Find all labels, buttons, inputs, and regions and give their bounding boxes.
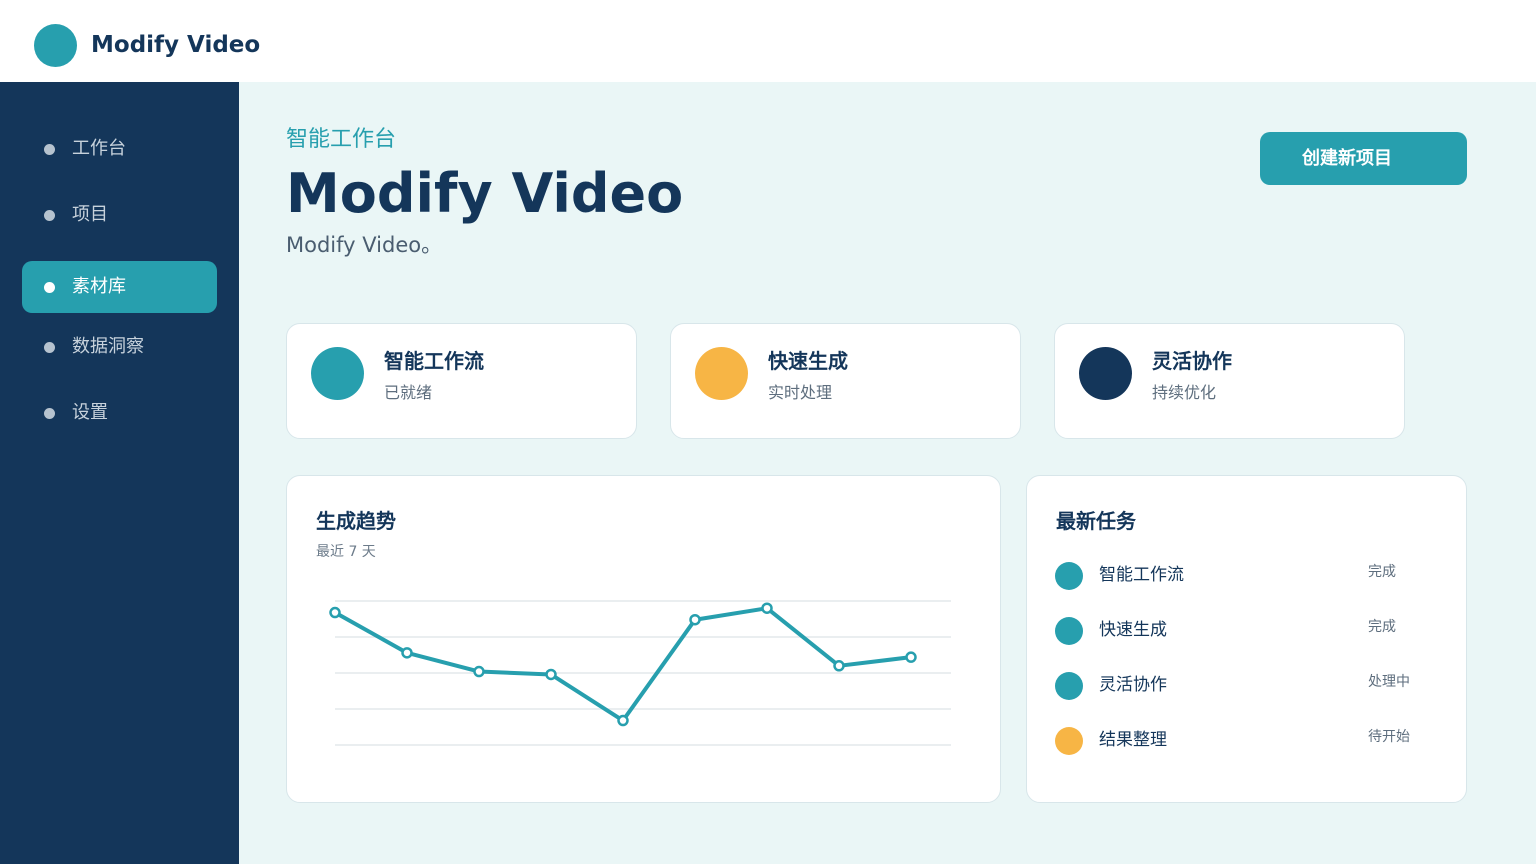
logo-icon [34, 24, 77, 67]
chart-series-line [334, 606, 912, 723]
task-row[interactable]: 快速生成 完成 [1055, 615, 1435, 647]
trend-panel-subtitle: 最近 7 天 [316, 544, 376, 560]
bullet-icon [44, 210, 55, 221]
bullet-icon [44, 408, 55, 419]
task-status: 处理中 [1368, 674, 1410, 690]
tasks-panel-title: 最新任务 [1056, 509, 1136, 533]
bullet-icon [44, 144, 55, 155]
task-status: 完成 [1368, 564, 1396, 580]
sidebar-item-projects[interactable]: 项目 [22, 189, 217, 241]
feature-title: 快速生成 [768, 349, 848, 373]
trend-panel-title: 生成趋势 [316, 509, 396, 533]
task-status-icon [1055, 727, 1083, 755]
chart-point [473, 665, 485, 678]
sidebar-item-label: 项目 [72, 204, 108, 225]
sidebar-item-label: 设置 [72, 402, 108, 423]
page-eyebrow: 智能工作台 [286, 127, 397, 152]
feature-card: 智能工作流 已就绪 [286, 323, 637, 439]
sidebar-item-label: 数据洞察 [72, 336, 144, 357]
chart-point [761, 602, 773, 614]
feature-circle-icon [311, 347, 364, 400]
task-status-icon [1055, 672, 1083, 700]
task-row[interactable]: 结果整理 待开始 [1055, 725, 1435, 757]
feature-subtitle: 持续优化 [1152, 383, 1217, 402]
task-status: 完成 [1368, 619, 1396, 635]
top-bar: Modify Video [0, 0, 1536, 82]
chart-point [617, 714, 629, 727]
bullet-icon [44, 342, 55, 353]
feature-subtitle: 已就绪 [384, 383, 433, 402]
trend-panel: 生成趋势 最近 7 天 [286, 475, 1001, 803]
task-row[interactable]: 灵活协作 处理中 [1055, 670, 1435, 702]
task-name: 结果整理 [1099, 730, 1167, 750]
feature-title: 智能工作流 [384, 349, 484, 373]
sidebar-item-assets[interactable]: 素材库 [22, 261, 217, 313]
feature-circle-icon [1079, 347, 1132, 400]
sidebar-item-label: 素材库 [72, 276, 126, 297]
feature-card: 快速生成 实时处理 [670, 323, 1021, 439]
chart-point [401, 647, 413, 659]
sidebar-item-label: 工作台 [72, 138, 126, 159]
chart-point [833, 660, 845, 672]
bullet-icon [44, 282, 55, 293]
task-status-icon [1055, 617, 1083, 645]
task-row[interactable]: 智能工作流 完成 [1055, 560, 1435, 592]
create-project-button[interactable]: 创建新项目 [1260, 132, 1467, 185]
page-subtitle: Modify Video。 [286, 233, 443, 257]
sidebar-item-settings[interactable]: 设置 [22, 387, 217, 439]
task-status: 待开始 [1368, 729, 1410, 745]
chart-point [905, 651, 917, 663]
feature-circle-icon [695, 347, 748, 400]
app-title: Modify Video [91, 32, 261, 58]
chart-point [545, 668, 557, 681]
sidebar-item-insights[interactable]: 数据洞察 [22, 321, 217, 373]
chart-point [329, 606, 341, 619]
feature-card: 灵活协作 持续优化 [1054, 323, 1405, 439]
task-status-icon [1055, 562, 1083, 590]
task-name: 智能工作流 [1099, 565, 1184, 585]
task-name: 快速生成 [1099, 620, 1167, 640]
feature-title: 灵活协作 [1152, 349, 1232, 373]
sidebar-item-workbench[interactable]: 工作台 [22, 123, 217, 175]
task-name: 灵活协作 [1099, 675, 1167, 695]
tasks-panel: 最新任务 智能工作流 完成 快速生成 完成 灵活协作 处理中 结果整理 待开始 [1026, 475, 1467, 803]
page-title: Modify Video [286, 162, 684, 225]
chart-point [689, 613, 701, 626]
feature-subtitle: 实时处理 [768, 383, 833, 402]
sidebar: 工作台 项目 素材库 数据洞察 设置 [0, 82, 239, 864]
